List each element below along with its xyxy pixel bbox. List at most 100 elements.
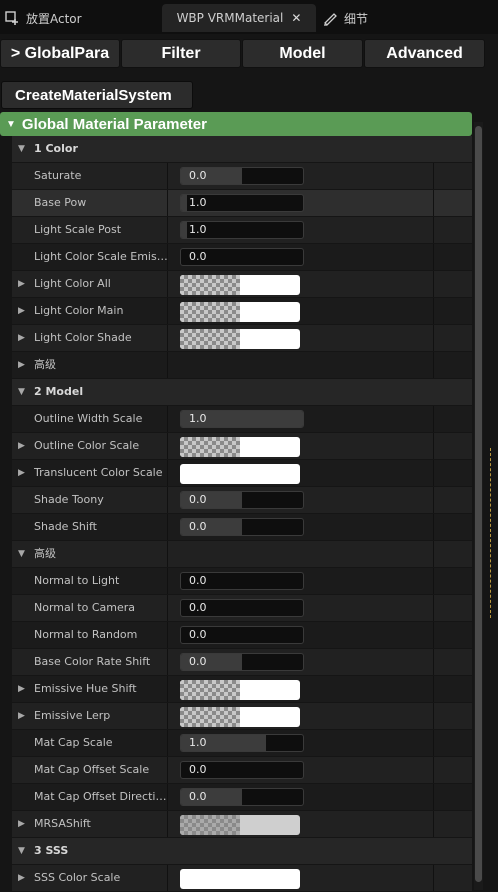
column-divider[interactable] xyxy=(167,568,168,594)
column-divider[interactable] xyxy=(167,217,168,243)
column-divider[interactable] xyxy=(167,163,168,189)
section-row-1-color[interactable]: ▼ 1 Color xyxy=(12,136,472,163)
prop-row-light-color-all[interactable]: ▶ Light Color All xyxy=(12,271,472,298)
expand-arrow-icon[interactable]: ▶ xyxy=(18,271,25,297)
column-divider[interactable] xyxy=(167,811,168,837)
expanded-arrow-icon[interactable]: ▼ xyxy=(18,838,25,864)
expand-arrow-icon[interactable]: ▶ xyxy=(18,433,25,459)
column-divider[interactable] xyxy=(167,190,168,216)
column-divider[interactable] xyxy=(167,514,168,540)
number-input[interactable]: 1.0 xyxy=(180,194,304,212)
property-label: Translucent Color Scale xyxy=(34,466,163,479)
color-swatch[interactable] xyxy=(180,869,300,889)
slider-fill xyxy=(181,222,188,238)
color-swatch[interactable] xyxy=(180,329,300,349)
expanded-arrow-icon[interactable]: ▼ xyxy=(18,541,25,567)
color-swatch[interactable] xyxy=(180,464,300,484)
column-divider[interactable] xyxy=(167,757,168,783)
prop-row-translucent-color-scale[interactable]: ▶ Translucent Color Scale xyxy=(12,460,472,487)
column-divider xyxy=(433,433,434,459)
column-divider[interactable] xyxy=(167,244,168,270)
close-icon[interactable]: ✕ xyxy=(291,11,301,25)
expand-arrow-icon[interactable]: ▶ xyxy=(18,865,25,891)
column-divider[interactable] xyxy=(167,271,168,297)
column-divider[interactable] xyxy=(167,730,168,756)
prop-row-sss-color-scale[interactable]: ▶ SSS Color Scale xyxy=(12,865,472,892)
expand-arrow-icon[interactable]: ▶ xyxy=(18,703,25,729)
globalpara-button[interactable]: > GlobalPara xyxy=(0,39,120,68)
number-input[interactable]: 0.0 xyxy=(180,167,304,185)
column-divider[interactable] xyxy=(167,406,168,432)
expand-arrow-icon[interactable]: ▶ xyxy=(18,325,25,351)
column-divider xyxy=(433,568,434,594)
prop-row-emissive-lerp[interactable]: ▶ Emissive Lerp xyxy=(12,703,472,730)
advanced-button[interactable]: Advanced xyxy=(364,39,485,68)
column-divider[interactable] xyxy=(167,784,168,810)
global-material-parameter-header[interactable]: ▼ Global Material Parameter xyxy=(0,112,472,136)
column-divider[interactable] xyxy=(167,487,168,513)
expanded-arrow-icon[interactable]: ▼ xyxy=(18,136,25,162)
model-button[interactable]: Model xyxy=(242,39,363,68)
prop-row-normal-to-light: Normal to Light 0.0 xyxy=(12,568,472,595)
expand-arrow-icon[interactable]: ▶ xyxy=(18,811,25,837)
group-row-advanced[interactable]: ▼ 高级 xyxy=(12,541,472,568)
prop-row-emissive-hue-shift[interactable]: ▶ Emissive Hue Shift xyxy=(12,676,472,703)
column-divider[interactable] xyxy=(167,649,168,675)
group-row-advanced[interactable]: ▶ 高级 xyxy=(12,352,472,379)
number-input[interactable]: 0.0 xyxy=(180,626,304,644)
number-input[interactable]: 0.0 xyxy=(180,788,304,806)
number-input[interactable]: 0.0 xyxy=(180,248,304,266)
property-label: 2 Model xyxy=(34,385,84,398)
color-swatch[interactable] xyxy=(180,302,300,322)
column-divider xyxy=(433,622,434,648)
section-row-2-model[interactable]: ▼ 2 Model xyxy=(12,379,472,406)
prop-row-mrsashift[interactable]: ▶ MRSAShift xyxy=(12,811,472,838)
number-input[interactable]: 1.0 xyxy=(180,221,304,239)
scrollbar-thumb[interactable] xyxy=(475,126,482,882)
number-input[interactable]: 0.0 xyxy=(180,653,304,671)
number-input[interactable]: 1.0 xyxy=(180,410,304,428)
column-divider[interactable] xyxy=(167,352,168,378)
prop-row-light-color-shade[interactable]: ▶ Light Color Shade xyxy=(12,325,472,352)
scrollbar[interactable] xyxy=(474,122,483,890)
color-swatch[interactable] xyxy=(180,680,300,700)
expand-arrow-icon[interactable]: ▶ xyxy=(18,676,25,702)
column-divider[interactable] xyxy=(167,298,168,324)
column-divider[interactable] xyxy=(167,433,168,459)
color-swatch[interactable] xyxy=(180,275,300,295)
tab-wbp-vrmmaterial[interactable]: WBP VRMMaterial ✕ xyxy=(162,4,316,32)
number-input[interactable]: 0.0 xyxy=(180,491,304,509)
column-divider[interactable] xyxy=(167,622,168,648)
number-input[interactable]: 0.0 xyxy=(180,599,304,617)
color-swatch[interactable] xyxy=(180,707,300,727)
column-divider[interactable] xyxy=(167,865,168,891)
alpha-checker xyxy=(180,815,240,835)
column-divider[interactable] xyxy=(167,325,168,351)
tab-details[interactable]: 细节 xyxy=(322,4,442,32)
expand-arrow-icon[interactable]: ▶ xyxy=(18,298,25,324)
property-label: Light Color All xyxy=(34,277,111,290)
column-divider[interactable] xyxy=(167,595,168,621)
prop-row-light-color-main[interactable]: ▶ Light Color Main xyxy=(12,298,472,325)
create-material-system-button[interactable]: CreateMaterialSystem xyxy=(1,81,193,109)
property-label: 1 Color xyxy=(34,142,78,155)
section-row-3-sss[interactable]: ▼ 3 SSS xyxy=(12,838,472,865)
number-input[interactable]: 0.0 xyxy=(180,518,304,536)
number-value: 1.0 xyxy=(189,736,207,749)
number-input[interactable]: 1.0 xyxy=(180,734,304,752)
column-divider[interactable] xyxy=(167,460,168,486)
property-label: Base Pow xyxy=(34,196,87,209)
column-divider[interactable] xyxy=(167,703,168,729)
number-input[interactable]: 0.0 xyxy=(180,572,304,590)
tab-place-actor[interactable]: 放置Actor xyxy=(4,4,154,32)
color-swatch[interactable] xyxy=(180,815,300,835)
expand-arrow-icon[interactable]: ▶ xyxy=(18,460,25,486)
prop-row-outline-color-scale[interactable]: ▶ Outline Color Scale xyxy=(12,433,472,460)
expand-arrow-icon[interactable]: ▶ xyxy=(18,352,25,378)
number-input[interactable]: 0.0 xyxy=(180,761,304,779)
filter-button[interactable]: Filter xyxy=(121,39,241,68)
column-divider[interactable] xyxy=(167,676,168,702)
column-divider[interactable] xyxy=(167,541,168,567)
color-swatch[interactable] xyxy=(180,437,300,457)
expanded-arrow-icon[interactable]: ▼ xyxy=(18,379,25,405)
